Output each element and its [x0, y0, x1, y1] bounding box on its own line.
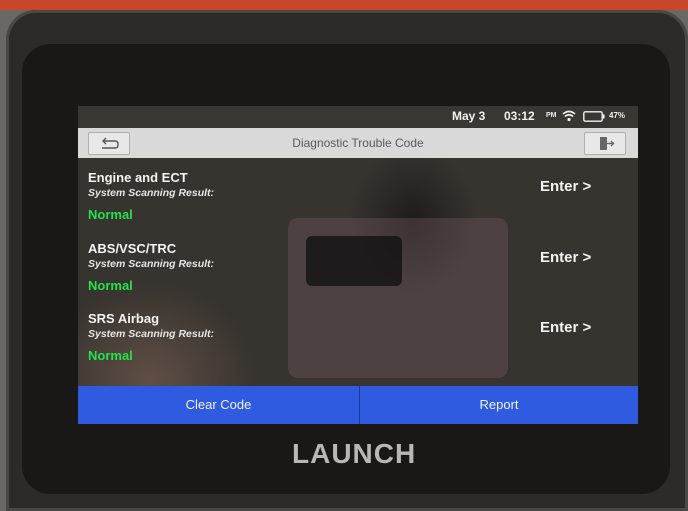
title-bar: Diagnostic Trouble Code — [78, 128, 638, 158]
battery-icon — [583, 111, 605, 122]
status-ampm: PM — [546, 112, 557, 119]
system-result-label: System Scanning Result: — [88, 258, 215, 270]
enter-button-engine[interactable]: Enter > — [540, 178, 591, 195]
exit-icon — [600, 137, 615, 150]
status-date: May 3 — [452, 109, 486, 123]
system-status: Normal — [88, 207, 133, 222]
system-status: Normal — [88, 278, 133, 293]
page-title: Diagnostic Trouble Code — [292, 136, 424, 150]
system-result-label: System Scanning Result: — [88, 187, 215, 199]
system-status: Normal — [88, 348, 133, 363]
system-name: Engine and ECT — [88, 170, 188, 185]
device-screen: May 3 03:12 PM 47% Diagnostic Trouble Co… — [78, 106, 638, 424]
launch-logo: LAUNCH — [292, 438, 417, 469]
clear-code-button[interactable]: Clear Code — [78, 386, 359, 424]
status-bar: May 3 03:12 PM 47% — [78, 106, 638, 128]
enter-button-abs[interactable]: Enter > — [540, 249, 591, 266]
system-row-engine[interactable]: Engine and ECT System Scanning Result: N… — [78, 170, 638, 240]
status-time: 03:12 — [504, 109, 535, 123]
device-top-edge — [0, 0, 688, 10]
action-bar: Clear Code Report — [78, 386, 638, 424]
system-result-label: System Scanning Result: — [88, 328, 215, 340]
battery-percent: 47% — [609, 111, 626, 120]
system-row-abs[interactable]: ABS/VSC/TRC System Scanning Result: Norm… — [78, 241, 638, 311]
wifi-icon — [562, 110, 576, 122]
exit-button[interactable] — [584, 132, 626, 155]
report-button[interactable]: Report — [360, 386, 638, 424]
enter-button-srs[interactable]: Enter > — [540, 319, 591, 336]
system-row-srs[interactable]: SRS Airbag System Scanning Result: Norma… — [78, 311, 638, 381]
system-name: ABS/VSC/TRC — [88, 241, 177, 256]
system-name: SRS Airbag — [88, 311, 160, 326]
